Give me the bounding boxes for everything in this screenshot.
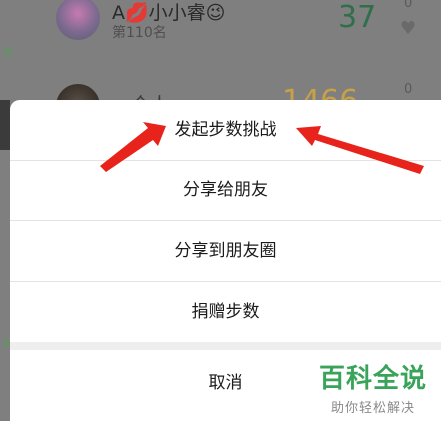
sheet-gap [10, 342, 441, 350]
row-like-count: 0 [404, 82, 413, 97]
screen: A💋小小睿😉 第110名 37 0 ♥ 一个人 1466 0 浏 浏 发起步数挑… [0, 0, 441, 421]
watermark-subtitle: 助你轻松解决 [330, 401, 415, 416]
sheet-item-label: 分享给朋友 [183, 180, 268, 200]
donate-steps-button[interactable]: 捐赠步数 [10, 282, 441, 342]
share-to-friend-button[interactable]: 分享给朋友 [10, 161, 441, 220]
ranking-row: A💋小小睿😉 第110名 37 0 ♥ [0, 0, 441, 80]
row-steps: 37 [338, 0, 377, 35]
watermark-title: 百科全说 [318, 364, 427, 394]
side-mark: 浏 [2, 46, 13, 59]
sheet-item-label: 分享到朋友圈 [174, 241, 277, 261]
cancel-label: 取消 [208, 373, 243, 393]
watermark: 百科全说 助你轻松解决 [319, 358, 427, 416]
share-to-moments-button[interactable]: 分享到朋友圈 [10, 221, 441, 281]
sheet-item-label: 捐赠步数 [191, 302, 260, 322]
avatar [56, 0, 100, 40]
start-step-challenge-button[interactable]: 发起步数挑战 [10, 100, 441, 160]
row-like-count: 0 [404, 0, 413, 11]
row-rank: 第110名 [112, 25, 167, 41]
sheet-item-label: 发起步数挑战 [174, 120, 277, 140]
heart-icon[interactable]: ♥ [400, 18, 416, 39]
side-thumbnail [0, 100, 10, 150]
